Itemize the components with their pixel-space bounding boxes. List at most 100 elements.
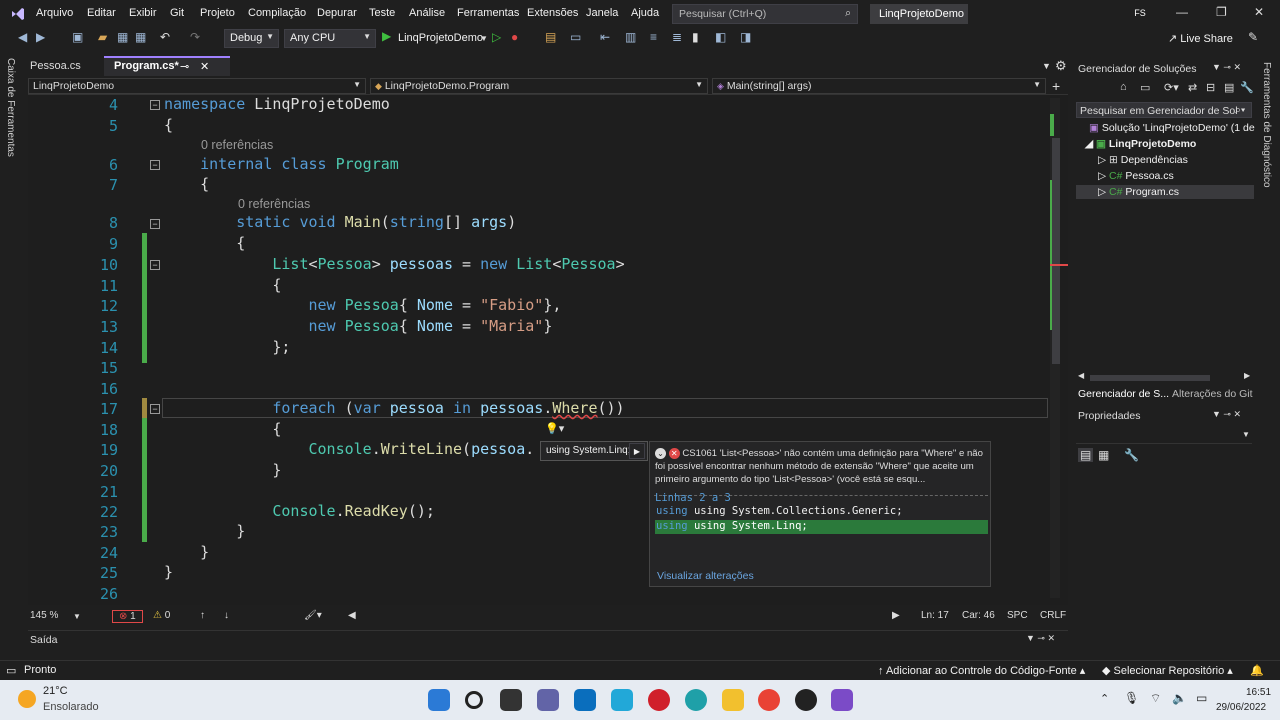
comment-icon[interactable]: ≡ — [650, 30, 657, 44]
search-icon[interactable] — [465, 691, 483, 709]
menu-exibir[interactable]: Exibir — [129, 7, 157, 19]
menu-editar[interactable]: Editar — [87, 7, 116, 19]
char-indicator[interactable]: Car: 46 — [962, 610, 995, 621]
tab-overflow-icon[interactable]: ▼ — [1042, 61, 1051, 71]
open-folder-icon[interactable]: ▰ — [98, 30, 107, 44]
member-nav-dropdown[interactable]: ◈ Main(string[] args) ▼ — [712, 78, 1046, 94]
notifications-icon[interactable]: 🔔 — [1250, 664, 1264, 677]
bookmark-icon[interactable]: ▮ — [692, 30, 699, 44]
collapse-icon[interactable]: − — [150, 260, 160, 270]
scrollbar-thumb[interactable] — [1052, 138, 1060, 364]
show-all-files-icon[interactable]: ▤ — [1224, 81, 1234, 94]
scroll-right-icon[interactable]: ▶ — [892, 610, 900, 621]
dependencies-node[interactable]: ▷ ⊞ Dependências — [1098, 154, 1188, 166]
sync-icon[interactable]: ⇄ — [1188, 81, 1197, 94]
chevron-right-icon[interactable]: ▶ — [629, 443, 645, 459]
file-node-pessoa[interactable]: ▷ C# Pessoa.cs — [1098, 170, 1174, 182]
next-bookmark-icon[interactable]: ◨ — [740, 30, 751, 44]
edge-icon[interactable] — [685, 689, 707, 711]
menu-projeto[interactable]: Projeto — [200, 7, 235, 19]
file-node-program[interactable]: ▷ C# Program.cs — [1098, 186, 1179, 198]
menu-ferramentas[interactable]: Ferramentas — [457, 7, 519, 19]
opera-icon[interactable] — [648, 689, 670, 711]
app-l-icon[interactable] — [611, 689, 633, 711]
panel-options-icon[interactable]: ▼ ⊸ ✕ — [1026, 633, 1055, 644]
home-icon[interactable]: ⌂ — [1120, 81, 1127, 93]
browse-icon[interactable]: ▤ — [545, 30, 556, 44]
live-share-button[interactable]: ↗ Live Share — [1168, 32, 1233, 45]
scroll-right-icon[interactable]: ▶ — [1244, 371, 1250, 380]
undo-icon[interactable]: ↶ — [160, 30, 170, 44]
solution-search-input[interactable]: Pesquisar em Gerenciador de Sol ⌕▾ — [1076, 102, 1252, 118]
folder-view-icon[interactable]: ▭ — [1140, 81, 1150, 94]
microphone-icon[interactable]: 🎙 — [1124, 691, 1139, 705]
chat-icon[interactable] — [537, 689, 559, 711]
bookmark-list-icon[interactable]: ▥ — [625, 30, 636, 44]
code-cleanup-icon[interactable]: 🖌▾ — [304, 610, 322, 621]
scrollbar-thumb[interactable] — [1090, 375, 1210, 381]
source-control-button[interactable]: ↑ Adicionar ao Controle do Código-Fonte … — [878, 664, 1085, 677]
collapse-icon[interactable]: − — [150, 160, 160, 170]
collapse-icon[interactable]: − — [150, 219, 160, 229]
next-issue-icon[interactable]: ↓ — [224, 610, 229, 621]
zoom-level[interactable]: 145 % — [30, 610, 58, 621]
run-target-label[interactable]: LinqProjetoDemo — [398, 32, 483, 44]
save-all-icon[interactable]: ▦ — [135, 30, 146, 44]
redo-icon[interactable]: ↷ — [190, 30, 200, 44]
prev-issue-icon[interactable]: ↑ — [200, 610, 205, 621]
categorized-icon[interactable]: ▤ — [1078, 448, 1094, 462]
select-repo-button[interactable]: ◆ Selecionar Repositório ▴ — [1102, 664, 1233, 677]
pending-changes-icon[interactable]: ⟳▾ — [1164, 81, 1179, 94]
error-count[interactable]: ⊗ 1 — [112, 610, 143, 623]
quick-action-menu-item[interactable]: using System.Linq; ▶ — [540, 441, 648, 461]
collapse-all-icon[interactable]: ⊟ — [1206, 81, 1215, 94]
volume-icon[interactable]: 🔈 — [1172, 691, 1187, 705]
tab-pessoa-cs[interactable]: Pessoa.cs — [20, 58, 100, 76]
scroll-left-icon[interactable]: ◀ — [1078, 371, 1084, 380]
toolbox-tab[interactable]: Caixa de Ferramentas — [5, 58, 16, 157]
menu-extensoes[interactable]: Extensões — [527, 7, 578, 19]
platform-dropdown[interactable]: Any CPU ▼ — [284, 29, 376, 48]
horizontal-scrollbar[interactable]: ◀ ▶ — [1076, 371, 1254, 383]
forward-icon[interactable]: ▶ — [36, 30, 45, 44]
class-nav-dropdown[interactable]: ◆ LinqProjetoDemo.Program ▼ — [370, 78, 708, 94]
maximize-icon[interactable]: ❐ — [1216, 5, 1227, 19]
properties-object-dropdown[interactable]: ▼ — [1076, 428, 1252, 444]
windows-start-icon[interactable] — [428, 689, 450, 711]
save-icon[interactable]: ▦ — [117, 30, 128, 44]
search-input[interactable]: Pesquisar (Ctrl+Q) ⌕ — [672, 4, 858, 24]
menu-analise[interactable]: Análise — [409, 7, 445, 19]
codelens-references[interactable]: 0 referências — [201, 138, 273, 152]
tab-program-cs[interactable]: Program.cs* ⊸ ✕ — [104, 56, 230, 76]
panel-options-icon[interactable]: ▼ ⊸ ✕ — [1212, 62, 1241, 73]
visual-studio-icon[interactable] — [831, 689, 853, 711]
prev-bookmark-icon[interactable]: ◧ — [715, 30, 726, 44]
navigate-icon[interactable]: ⇤ — [600, 30, 610, 44]
user-avatar[interactable]: FS — [1130, 5, 1150, 23]
quick-actions-lightbulb-icon[interactable]: 💡▾ — [545, 422, 565, 436]
uncomment-icon[interactable]: ≣ — [672, 30, 682, 44]
minimize-icon[interactable]: — — [1176, 5, 1188, 19]
menu-janela[interactable]: Janela — [586, 7, 618, 19]
task-view-icon[interactable] — [500, 689, 522, 711]
diagnostics-tab[interactable]: Ferramentas de Diagnóstico — [1261, 62, 1272, 188]
layout-icon[interactable]: ▭ — [570, 30, 581, 44]
temperature[interactable]: 21°C — [43, 685, 68, 697]
store-icon[interactable] — [574, 689, 596, 711]
panel-options-icon[interactable]: ▼ ⊸ ✕ — [1212, 409, 1241, 420]
battery-icon[interactable]: ▭ — [1196, 691, 1207, 705]
project-node[interactable]: ◢ ▣ LinqProjetoDemo — [1085, 138, 1196, 150]
scroll-left-icon[interactable]: ◀ — [348, 610, 356, 621]
chrome-icon[interactable] — [758, 689, 780, 711]
whitespace-indicator[interactable]: SPC — [1007, 610, 1028, 621]
pin-icon[interactable]: ⊸ — [180, 60, 189, 73]
weather-sun-icon[interactable] — [18, 690, 36, 708]
property-pages-icon[interactable]: 🔧 — [1124, 448, 1139, 462]
editor-scrollbar[interactable] — [1050, 98, 1068, 598]
alphabetical-icon[interactable]: ▦ — [1098, 448, 1109, 462]
view-changes-link[interactable]: Visualizar alterações — [657, 570, 754, 582]
solution-node[interactable]: ▣ Solução 'LinqProjetoDemo' (1 de — [1089, 122, 1255, 134]
chevron-down-icon[interactable]: ▼ — [480, 34, 488, 43]
expand-icon[interactable]: ⌄ — [655, 448, 666, 459]
chevron-down-icon[interactable]: ▼ — [73, 612, 81, 621]
